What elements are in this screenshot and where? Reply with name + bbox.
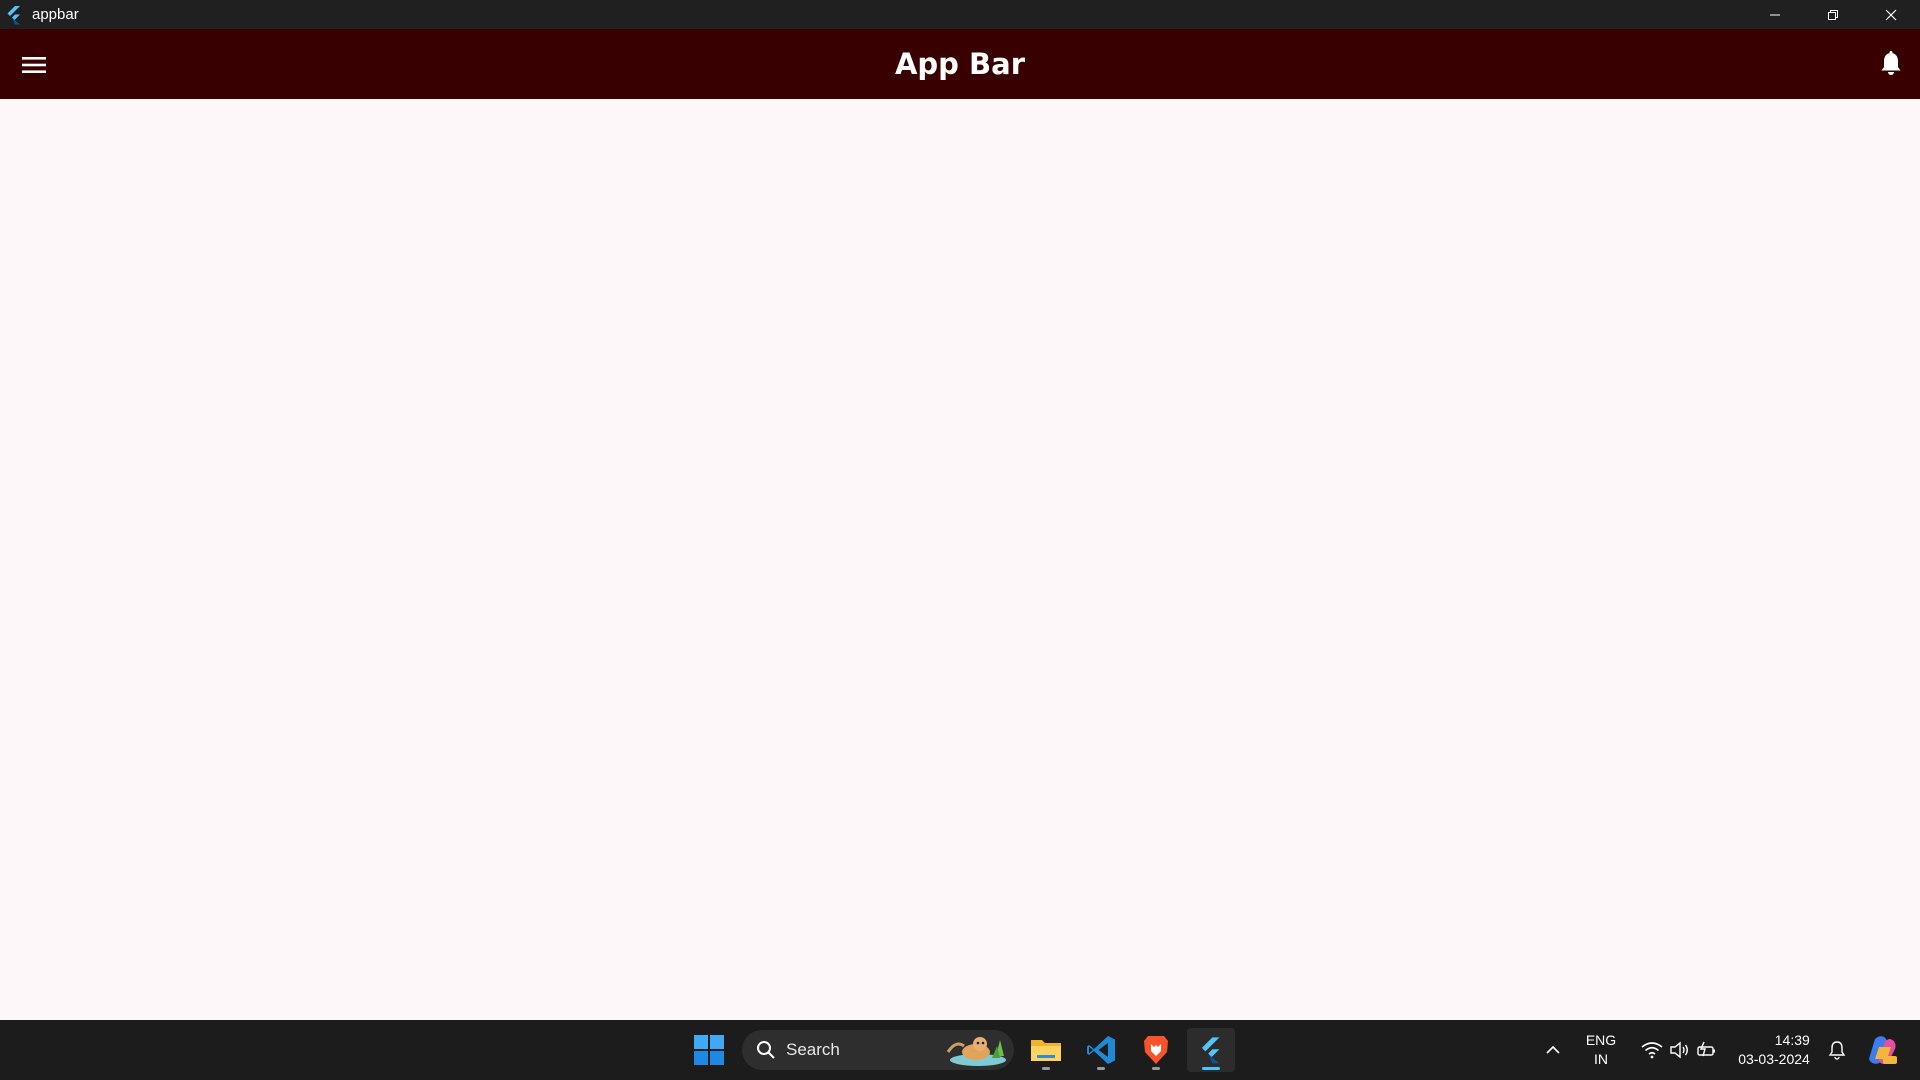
- flutter-app-icon: [7, 5, 20, 24]
- file-explorer-button[interactable]: [1022, 1028, 1070, 1072]
- quick-settings-button[interactable]: [1632, 1020, 1726, 1080]
- minimize-button[interactable]: [1746, 0, 1804, 29]
- language-indicator[interactable]: ENG IN: [1576, 1020, 1626, 1080]
- show-hidden-icons-button[interactable]: [1538, 1020, 1568, 1080]
- minimize-icon: [1770, 14, 1780, 15]
- clock-time: 14:39: [1774, 1032, 1810, 1048]
- folder-icon: [1031, 1040, 1061, 1061]
- active-indicator: [1202, 1067, 1220, 1070]
- windows-logo-icon: [694, 1035, 724, 1065]
- app-body: [0, 99, 1920, 1020]
- notification-bell-icon: [1828, 1041, 1846, 1060]
- language-code: ENG: [1585, 1032, 1617, 1048]
- window-controls: [1746, 0, 1920, 29]
- search-icon: [757, 1041, 775, 1059]
- hamburger-menu-icon: [22, 57, 46, 73]
- notification-center-button[interactable]: [1822, 1020, 1852, 1080]
- brave-lion-icon: [1144, 1036, 1168, 1064]
- vscode-button[interactable]: [1077, 1028, 1125, 1072]
- search-highlight-illustration-icon: [946, 1037, 1006, 1066]
- close-button[interactable]: [1862, 0, 1920, 29]
- chevron-up-icon: [1546, 1045, 1560, 1054]
- bell-icon: [1881, 51, 1901, 75]
- restore-icon: [1828, 9, 1838, 20]
- flutter-icon: [1201, 1037, 1220, 1064]
- window-title: appbar: [32, 6, 79, 23]
- running-indicator: [1097, 1067, 1105, 1070]
- app-bar-title: App Bar: [894, 47, 1026, 81]
- search-placeholder: Search: [786, 1040, 840, 1059]
- brave-browser-button[interactable]: [1132, 1028, 1180, 1072]
- copilot-button[interactable]: [1862, 1020, 1902, 1080]
- volume-icon: [1670, 1041, 1688, 1059]
- start-button[interactable]: [685, 1028, 733, 1072]
- taskbar-search-box[interactable]: Search: [742, 1030, 1014, 1070]
- flutter-app-taskbar-button[interactable]: [1187, 1028, 1235, 1072]
- clock-date: 03-03-2024: [1738, 1051, 1810, 1067]
- running-indicator: [1152, 1067, 1160, 1070]
- region-code: IN: [1594, 1051, 1608, 1067]
- window-title-bar: appbar: [0, 0, 1920, 29]
- battery-charging-icon: [1697, 1041, 1715, 1057]
- vscode-icon: [1087, 1036, 1115, 1064]
- close-icon: [1885, 9, 1897, 20]
- app-bar: App Bar: [0, 29, 1920, 99]
- notifications-button[interactable]: [1876, 49, 1906, 79]
- menu-button[interactable]: [20, 51, 48, 79]
- restore-button[interactable]: [1804, 0, 1862, 29]
- taskbar: Search ENG IN 14:39 03-03-2024: [0, 1020, 1920, 1080]
- copilot-icon: [1869, 1036, 1897, 1064]
- clock-button[interactable]: 14:39 03-03-2024: [1732, 1020, 1816, 1080]
- running-indicator: [1042, 1067, 1050, 1070]
- wifi-icon: [1641, 1042, 1663, 1059]
